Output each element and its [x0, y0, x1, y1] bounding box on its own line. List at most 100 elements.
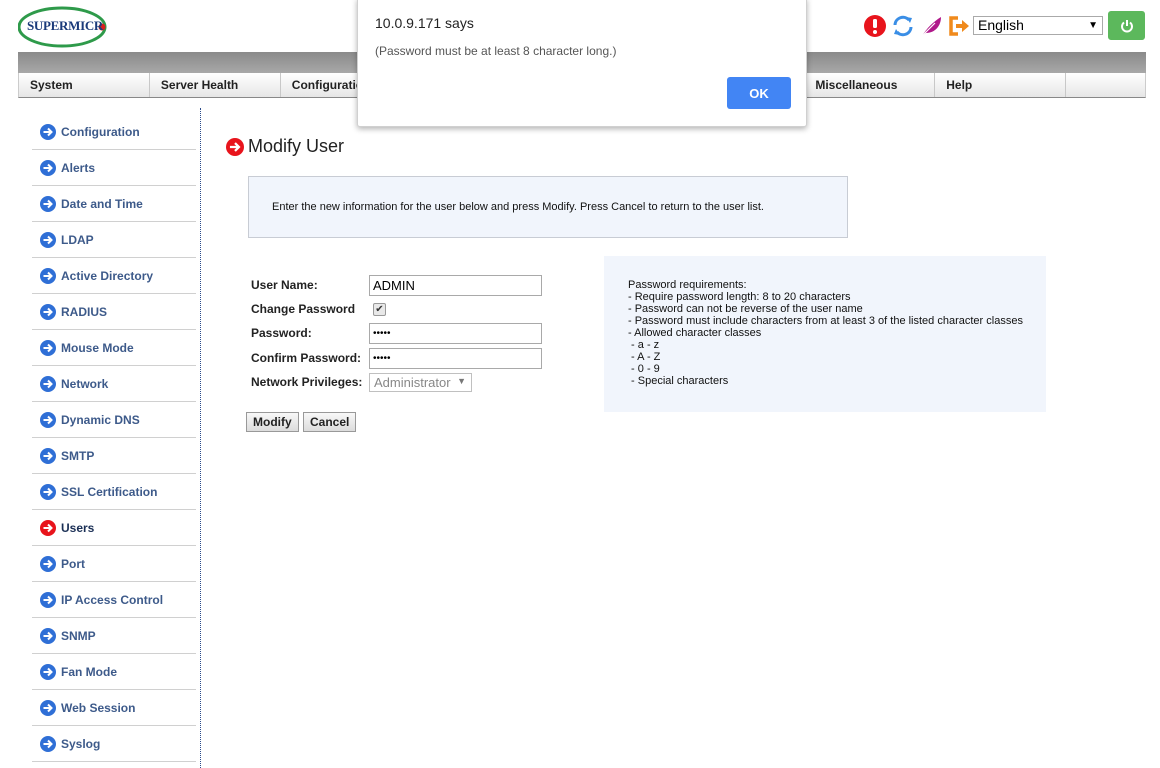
arrow-right-icon: [40, 195, 56, 212]
requirement-line: - Password can not be reverse of the use…: [628, 303, 863, 315]
confirm-password-input[interactable]: •••••: [369, 347, 542, 369]
sidebar-item-label: Network: [61, 376, 109, 391]
dialog-ok-button[interactable]: OK: [727, 77, 791, 109]
refresh-icon[interactable]: [890, 14, 915, 39]
sidebar-item-label: RADIUS: [61, 304, 108, 319]
chevron-down-icon: ▼: [457, 375, 466, 386]
page-title-text: Modify User: [248, 136, 345, 156]
arrow-right-icon: [40, 267, 56, 284]
username-row: User Name: ADMIN: [251, 274, 542, 296]
menu-empty: [1066, 73, 1145, 97]
arrow-right-icon: [40, 303, 56, 320]
username-label: User Name:: [251, 278, 318, 292]
alert-dialog: 10.0.9.171 says (Password must be at lea…: [357, 0, 807, 127]
sidebar-item-ssl-certification[interactable]: SSL Certification: [32, 474, 196, 510]
arrow-right-icon: [40, 735, 56, 752]
sidebar-item-mouse-mode[interactable]: Mouse Mode: [32, 330, 196, 366]
arrow-right-icon: [40, 591, 56, 608]
sidebar: Configuration Alerts Date and Time LDAP Acti…: [32, 114, 196, 762]
sidebar-item-alerts[interactable]: Alerts: [32, 150, 196, 186]
sidebar-item-smtp[interactable]: SMTP: [32, 438, 196, 474]
sidebar-item-label: SNMP: [61, 628, 96, 643]
password-row: Password: •••••: [251, 322, 542, 344]
dialog-title: 10.0.9.171 says: [375, 15, 474, 31]
privileges-row: Network Privileges: Administrator ▼: [251, 371, 472, 393]
arrow-right-icon: [40, 123, 56, 140]
sidebar-item-syslog[interactable]: Syslog: [32, 726, 196, 762]
cancel-button[interactable]: Cancel: [303, 412, 357, 432]
sidebar-item-label: Mouse Mode: [61, 340, 134, 355]
modify-button[interactable]: Modify: [246, 412, 299, 432]
arrow-right-icon: [40, 447, 56, 464]
sidebar-item-label: Port: [61, 556, 85, 571]
sidebar-item-label: Active Directory: [61, 268, 154, 283]
requirement-line: - Special characters: [628, 375, 729, 387]
info-text: Enter the new information for the user b…: [272, 201, 764, 213]
sidebar-item-label: Fan Mode: [61, 664, 117, 679]
requirement-line: - Password must include characters from …: [628, 315, 1023, 327]
privileges-label: Network Privileges:: [251, 375, 363, 389]
sidebar-item-network[interactable]: Network: [32, 366, 196, 402]
sidebar-item-configuration[interactable]: Configuration: [32, 114, 196, 150]
sidebar-item-dynamic-dns[interactable]: Dynamic DNS: [32, 402, 196, 438]
logout-icon[interactable]: [946, 14, 971, 39]
confirm-password-row: Confirm Password: •••••: [251, 347, 542, 369]
arrow-right-icon: [40, 699, 56, 716]
sidebar-item-label: LDAP: [61, 232, 94, 247]
requirement-line: - Require password length: 8 to 20 chara…: [628, 291, 851, 303]
menu-help[interactable]: Help: [935, 73, 1067, 97]
privileges-select[interactable]: Administrator ▼: [369, 372, 472, 392]
info-box: Enter the new information for the user b…: [248, 176, 848, 238]
sidebar-item-label: Alerts: [61, 160, 96, 175]
arrow-right-icon: [40, 411, 56, 428]
sidebar-item-label: SMTP: [61, 448, 95, 463]
chevron-down-icon: ▼: [1088, 20, 1098, 31]
sidebar-item-label: Web Session: [61, 700, 136, 715]
sidebar-item-date-and-time[interactable]: Date and Time: [32, 186, 196, 222]
feather-icon[interactable]: [918, 14, 943, 39]
sidebar-item-ip-access-control[interactable]: IP Access Control: [32, 582, 196, 618]
change-password-row: Change Password ✔: [251, 298, 386, 320]
sidebar-item-port[interactable]: Port: [32, 546, 196, 582]
sidebar-item-label: Date and Time: [61, 196, 143, 211]
sidebar-item-ldap[interactable]: LDAP: [32, 222, 196, 258]
sidebar-item-radius[interactable]: RADIUS: [32, 294, 196, 330]
sidebar-item-fan-mode[interactable]: Fan Mode: [32, 654, 196, 690]
arrow-right-icon: [40, 663, 56, 680]
password-requirements: Password requirements: - Require password…: [604, 256, 1046, 412]
arrow-right-icon: [40, 519, 56, 536]
menu-system[interactable]: System: [19, 73, 150, 97]
menu-miscellaneous[interactable]: Miscellaneous: [804, 73, 936, 97]
sidebar-item-label: Dynamic DNS: [61, 412, 140, 427]
sidebar-item-web-session[interactable]: Web Session: [32, 690, 196, 726]
sidebar-item-active-directory[interactable]: Active Directory: [32, 258, 196, 294]
arrow-right-icon: [40, 483, 56, 500]
arrow-right-icon: [40, 375, 56, 392]
arrow-right-icon: [40, 159, 56, 176]
sidebar-item-label: Configuration: [61, 124, 140, 139]
username-input[interactable]: ADMIN: [369, 274, 542, 296]
requirement-line: - A - Z: [628, 351, 661, 363]
menu-server-health[interactable]: Server Health: [150, 73, 281, 97]
alert-icon[interactable]: [862, 14, 887, 39]
power-icon: [1120, 19, 1133, 32]
dialog-message: (Password must be at least 8 character l…: [375, 44, 617, 58]
requirement-line: - Allowed character classes: [628, 327, 762, 339]
sidebar-item-label: IP Access Control: [61, 592, 164, 607]
header-toolbar: [862, 12, 971, 40]
sidebar-item-snmp[interactable]: SNMP: [32, 618, 196, 654]
sidebar-item-label: Syslog: [61, 736, 101, 751]
language-select[interactable]: English ▼: [973, 16, 1103, 35]
requirement-line: - a - z: [628, 339, 660, 351]
sidebar-item-users[interactable]: Users: [32, 510, 196, 546]
password-input[interactable]: •••••: [369, 322, 542, 344]
arrow-right-icon: [226, 137, 244, 156]
sidebar-item-label: SSL Certification: [61, 484, 158, 499]
change-password-checkbox[interactable]: ✔: [373, 302, 386, 316]
supermicro-logo: SUPERMICR: [18, 4, 108, 48]
power-button[interactable]: [1108, 11, 1145, 40]
confirm-password-label: Confirm Password:: [251, 351, 362, 365]
page-title: Modify User: [226, 136, 344, 157]
requirement-line: Password requirements:: [628, 279, 747, 291]
arrow-right-icon: [40, 231, 56, 248]
